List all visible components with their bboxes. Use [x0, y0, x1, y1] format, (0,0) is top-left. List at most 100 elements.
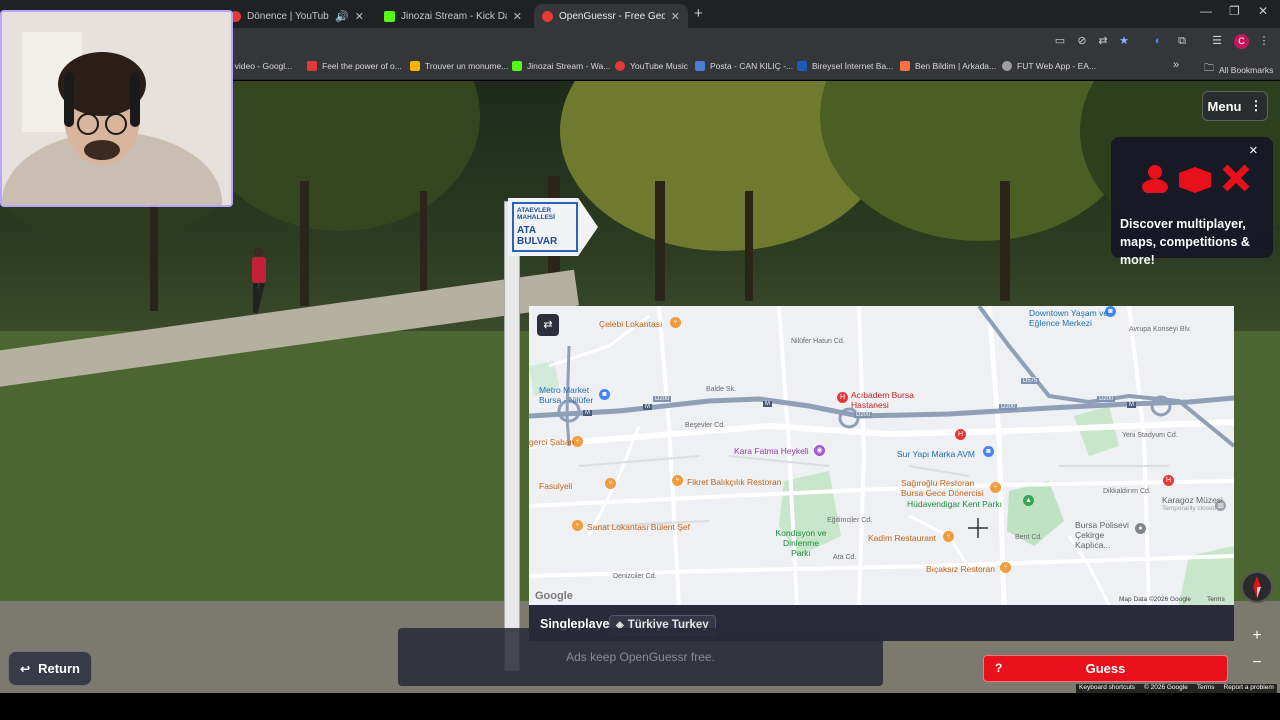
restore-icon[interactable]: ❐: [1229, 4, 1240, 18]
hospital-pin-icon[interactable]: H: [955, 429, 966, 440]
hospital-pin-icon[interactable]: H: [1163, 475, 1174, 486]
youtube-music-icon: [615, 61, 625, 71]
tree-trunk: [1000, 181, 1010, 301]
promo-card[interactable]: × Discover multiplayer, maps, competitio…: [1111, 137, 1273, 267]
cast-icon[interactable]: ▭: [1053, 34, 1067, 48]
bookmark[interactable]: Trouver un monume...: [410, 61, 508, 71]
map-size-toggle-icon[interactable]: ⇄: [537, 314, 559, 336]
close-icon[interactable]: ×: [1249, 142, 1258, 159]
tab-kick-dashboard[interactable]: Jinozai Stream - Kick Dashboar ✕: [376, 4, 530, 28]
pedestrian: [252, 247, 266, 313]
restaurant-pin-icon[interactable]: ⑂: [672, 475, 683, 486]
compass-icon[interactable]: [1241, 571, 1273, 603]
swords-icon: [1222, 164, 1250, 192]
all-bookmarks-label: All Bookmarks: [1219, 64, 1274, 75]
shopping-pin-icon[interactable]: ◙: [983, 446, 994, 457]
road-badge: D575: [1021, 378, 1040, 384]
minimize-icon[interactable]: —: [1200, 4, 1212, 18]
map-label: Sur Yapı Marka AVM: [897, 449, 975, 459]
map-label: Balde Sk.: [706, 386, 736, 393]
puzzle-icon[interactable]: ⧉: [1175, 34, 1189, 48]
bookmark[interactable]: Jinozai Stream - Wa...: [512, 61, 610, 71]
return-button[interactable]: ↩ Return: [8, 651, 92, 686]
bookmark[interactable]: Ben Bildim | Arkada...: [900, 61, 996, 71]
tab-title: OpenGuessr - Free GeoGuessr A: [559, 10, 665, 22]
folder-icon: 🗀: [1204, 63, 1214, 74]
bookmark[interactable]: Posta - CAN KILIÇ -...: [695, 61, 793, 71]
map-label: Bent Cd.: [1015, 534, 1043, 541]
road-badge: M: [583, 410, 592, 416]
kebab-icon: ⋮: [1249, 98, 1263, 113]
zoom-out-button[interactable]: −: [1246, 652, 1268, 674]
map-label: Hüdavendigar Kent Parkı: [907, 499, 1002, 509]
guess-map[interactable]: ⑂ ◙ H H ◉ ◙ ⑂ ⑂ ⑂ ▲ ⑂ ⑂ ⑂ H ● ▥ ⑂ ◙ Çele…: [529, 306, 1234, 605]
map-label: Acıbadem Bursa Hastanesi: [851, 390, 914, 410]
restaurant-pin-icon[interactable]: ⑂: [943, 531, 954, 542]
tree-trunk: [150, 191, 158, 311]
star-icon[interactable]: ★: [1117, 34, 1131, 48]
audio-icon[interactable]: 🔊: [335, 10, 349, 23]
profile-avatar[interactable]: C: [1234, 34, 1249, 49]
close-window-icon[interactable]: ✕: [1258, 4, 1268, 18]
restaurant-pin-icon[interactable]: ⑂: [670, 317, 681, 328]
tab-youtube-music[interactable]: Dönence | YouTube Music 🔊 ✕: [222, 4, 372, 28]
reading-list-icon[interactable]: ☰: [1210, 34, 1224, 48]
bookmark-label: FUT Web App - EA...: [1017, 61, 1097, 71]
road-badge: D200: [1097, 396, 1116, 402]
bookmark[interactable]: FUT Web App - EA...: [1002, 61, 1096, 71]
bookmark[interactable]: YouTube Music: [615, 61, 688, 71]
webcam-overlay: [0, 10, 233, 207]
map-label: Metro Market Bursa - Nilüfer: [539, 385, 594, 405]
more-menu-icon[interactable]: ⋮: [1257, 34, 1271, 48]
extension-icon[interactable]: ◖: [1150, 34, 1164, 48]
close-tab-icon[interactable]: ✕: [671, 10, 680, 23]
ads-text: Ads keep OpenGuessr free.: [566, 650, 715, 664]
map-icon: [1179, 167, 1211, 193]
keyboard-shortcuts-link[interactable]: Keyboard shortcuts: [1079, 684, 1135, 693]
crosshair-cursor-icon: [968, 518, 988, 538]
tree-trunk: [655, 181, 665, 301]
bookmark[interactable]: z video - Googl...: [228, 61, 292, 71]
close-tab-icon[interactable]: ✕: [355, 10, 364, 23]
copyright-text: © 2026 Google: [1144, 684, 1188, 691]
more-bookmarks-icon[interactable]: »: [1173, 59, 1179, 71]
close-tab-icon[interactable]: ✕: [513, 10, 522, 23]
map-tiles: [529, 306, 1234, 605]
map-label: Eğitimciler Cd.: [827, 517, 873, 524]
bookmark-label: Trouver un monume...: [425, 61, 509, 71]
road-badge: M: [1127, 402, 1136, 408]
restaurant-pin-icon[interactable]: ⑂: [1000, 562, 1011, 573]
park-pin-icon[interactable]: ▲: [1023, 495, 1034, 506]
kick-icon: [384, 10, 395, 22]
menu-button[interactable]: Menu ⋮: [1202, 91, 1268, 121]
landmark-pin-icon[interactable]: ◉: [814, 445, 825, 456]
bookmark-label: Jinozai Stream - Wa...: [527, 61, 611, 71]
new-tab-button[interactable]: +: [694, 5, 703, 22]
map-label: Downtown Yaşam ve Eğlence Merkezi: [1029, 308, 1109, 328]
terms-link[interactable]: Terms: [1197, 684, 1215, 693]
restaurant-pin-icon[interactable]: ⑂: [572, 520, 583, 531]
guess-label: Guess: [1085, 661, 1126, 676]
kick-icon: [512, 61, 522, 71]
eye-off-icon[interactable]: ⊘: [1075, 34, 1089, 48]
restaurant-pin-icon[interactable]: ⑂: [605, 478, 616, 489]
all-bookmarks-button[interactable]: 🗀 All Bookmarks: [1204, 61, 1273, 78]
bookmark[interactable]: Bireysel İnternet Ba...: [797, 61, 893, 71]
tab-title: Dönence | YouTube Music: [247, 10, 329, 22]
translate-icon[interactable]: ⇄: [1096, 34, 1110, 48]
streamer-webcam: [2, 12, 231, 205]
tree-canopy: [200, 81, 480, 231]
guess-button[interactable]: ? Guess: [983, 655, 1228, 682]
map-label: Karagoz Müzesi: [1162, 495, 1223, 505]
ben-bildim-icon: [900, 61, 910, 71]
tree-trunk: [745, 191, 753, 301]
map-attribution: Map Data ©2026 Google: [1119, 596, 1192, 603]
bookmark[interactable]: Feel the power of o...: [307, 61, 402, 71]
restaurant-pin-icon[interactable]: ⑂: [990, 482, 1001, 493]
hospital-pin-icon[interactable]: H: [837, 392, 848, 403]
tab-openguessr[interactable]: OpenGuessr - Free GeoGuessr A ✕: [534, 4, 688, 28]
zoom-in-button[interactable]: +: [1246, 625, 1268, 647]
report-problem-link[interactable]: Report a problem: [1224, 684, 1274, 693]
map-terms-link[interactable]: Terms: [1207, 596, 1225, 603]
globe-icon: [1002, 61, 1012, 71]
